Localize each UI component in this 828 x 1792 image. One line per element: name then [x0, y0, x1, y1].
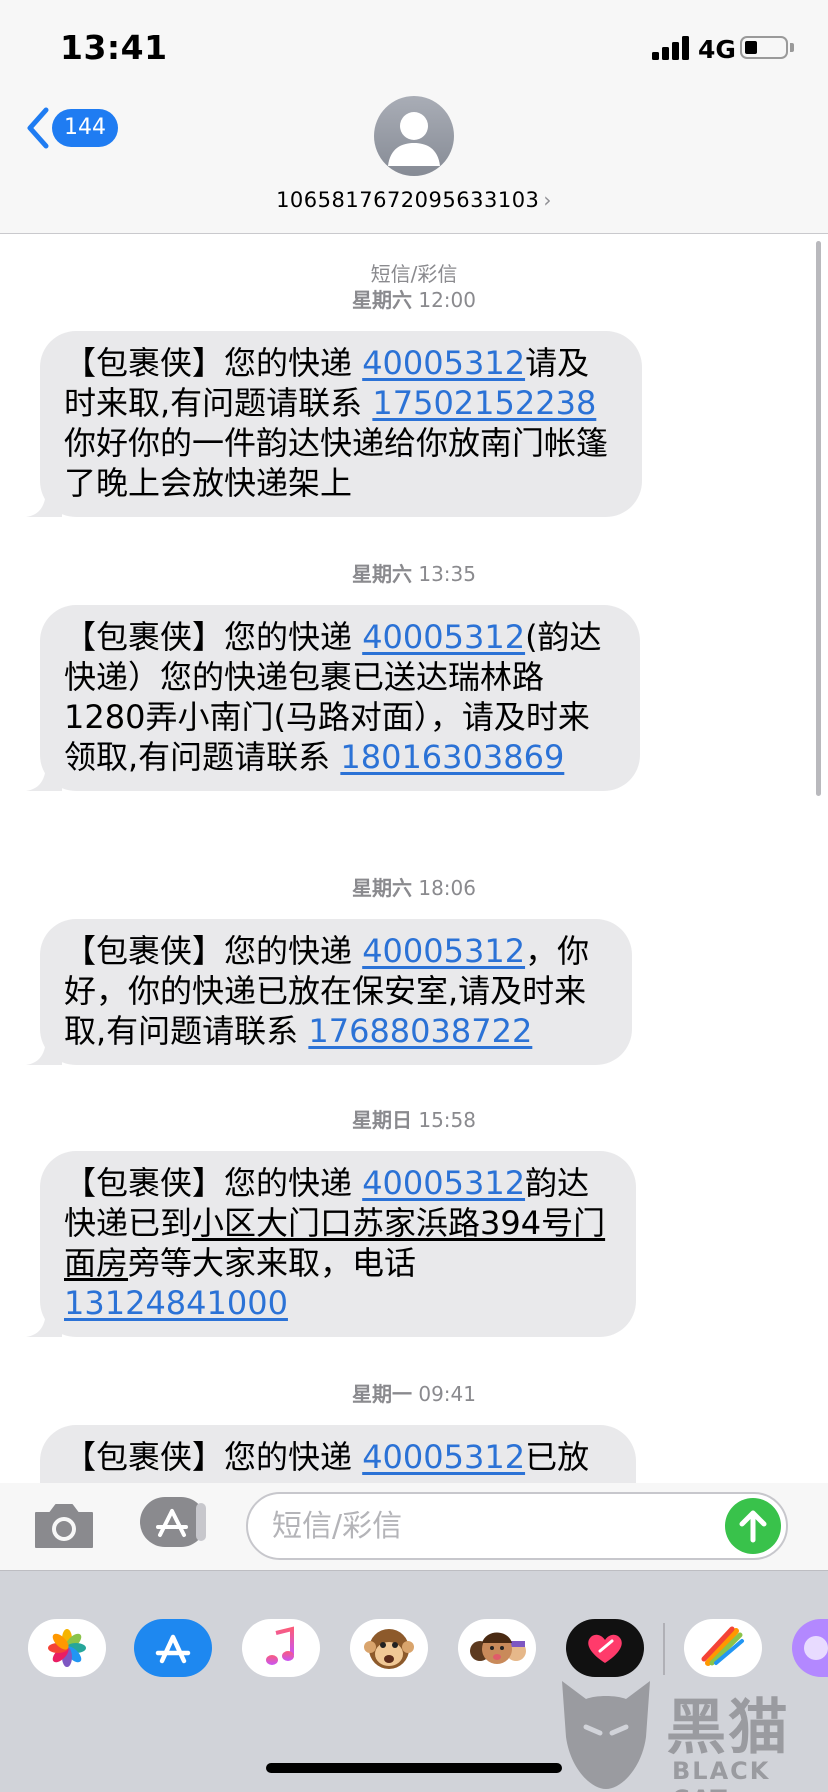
drawer-divider	[663, 1623, 665, 1675]
phone-link[interactable]: 17688038722	[308, 1012, 532, 1050]
back-button[interactable]: 144	[22, 104, 122, 152]
contact-avatar[interactable]	[374, 96, 454, 176]
message-list[interactable]: 短信/彩信 星期六 12:00 【包裹侠】您的快递 40005312请及时来取,…	[0, 235, 828, 1483]
message-bubble[interactable]: 【包裹侠】您的快递 40005312(韵达快递）您的快递包裹已送达瑞林路1280…	[26, 605, 640, 791]
message-text: 【包裹侠】您的快递	[64, 1164, 363, 1202]
message-text: 旁等大家来取，电话	[128, 1244, 417, 1282]
animoji-app[interactable]	[350, 1619, 428, 1677]
camera-icon	[35, 1504, 93, 1548]
stickers-icon	[701, 1626, 744, 1666]
tracking-link[interactable]: 40005312	[362, 932, 525, 970]
message-text: 【包裹侠】您的快递	[64, 932, 363, 970]
tracking-link[interactable]: 40005312	[362, 618, 525, 656]
timestamp: 星期六 13:35	[352, 562, 476, 586]
more-app-icon	[804, 1636, 828, 1660]
bubble-tail	[26, 1309, 62, 1337]
message-input[interactable]	[246, 1492, 788, 1560]
bubble-tail	[26, 489, 62, 517]
digital-touch-icon	[588, 1634, 622, 1663]
phone-link[interactable]: 17502152238	[372, 384, 596, 422]
battery-tip	[790, 43, 794, 52]
timestamp: 星期六 12:00	[352, 288, 476, 312]
contact-number: 1065817672095633103	[276, 188, 540, 212]
tracking-link[interactable]: 40005312	[362, 1164, 525, 1202]
music-app[interactable]	[242, 1619, 320, 1677]
watermark: 黑猫 BLACK CAT	[556, 1677, 828, 1792]
message-bubble[interactable]: 【包裹侠】您的快递 40005312，你好，你的快递已放在保安室,请及时来取,有…	[26, 919, 632, 1065]
message-bubble[interactable]: 【包裹侠】您的快递 40005312已放	[40, 1425, 636, 1483]
photos-icon	[48, 1629, 86, 1667]
music-icon	[266, 1626, 294, 1665]
cellular-signal-icon	[652, 36, 692, 60]
timestamp: 星期日 15:58	[352, 1108, 476, 1132]
message-bubble[interactable]: 【包裹侠】您的快递 40005312请及时来取,有问题请联系 175021522…	[26, 331, 642, 517]
app-store-app[interactable]	[134, 1619, 212, 1677]
memoji-icon	[470, 1632, 526, 1664]
chevron-left-icon	[27, 107, 49, 149]
message-text: 【包裹侠】您的快递	[64, 344, 363, 382]
bubble-tail	[26, 763, 62, 791]
status-bar: 13:41 4G	[0, 0, 828, 90]
phone-link[interactable]: 18016303869	[340, 738, 564, 776]
battery-icon	[740, 36, 788, 59]
app-drawer: 黑猫 BLACK CAT	[0, 1570, 828, 1792]
watermark-text: 黑猫	[666, 1693, 790, 1763]
timestamp: 星期六 18:06	[352, 876, 476, 900]
app-store-icon	[140, 1497, 206, 1547]
conversation-header: 144 1065817672095633103 ›	[0, 90, 828, 234]
animoji-monkey-icon	[364, 1629, 414, 1669]
photos-app[interactable]	[28, 1619, 106, 1677]
tracking-link[interactable]: 40005312	[362, 1438, 525, 1476]
tracking-link[interactable]: 40005312	[362, 344, 525, 382]
app-store-icon	[155, 1634, 191, 1664]
message-bubble[interactable]: 【包裹侠】您的快递 40005312韵达快递已到小区大门口苏家浜路394号门面房…	[26, 1151, 636, 1337]
bubble-tail	[26, 1037, 62, 1065]
watermark-subtext: BLACK CAT	[672, 1757, 771, 1792]
message-text: 你好你的一件韵达快递给你放南门帐篷了晚上会放快递架上	[64, 424, 609, 502]
digital-touch-app[interactable]	[566, 1619, 644, 1677]
stickers-app[interactable]	[684, 1619, 762, 1677]
timestamp: 星期一 09:41	[352, 1382, 476, 1406]
scrollbar[interactable]	[816, 241, 821, 796]
service-label: 短信/彩信	[370, 262, 458, 286]
send-button[interactable]	[725, 1498, 781, 1554]
status-time: 13:41	[60, 28, 168, 67]
app-drawer-button[interactable]	[140, 1497, 210, 1551]
black-cat-logo	[562, 1681, 650, 1789]
message-text: 【包裹侠】您的快递	[64, 618, 363, 656]
message-text: 【包裹侠】您的快递	[64, 1438, 363, 1476]
chevron-right-icon: ›	[543, 188, 552, 212]
person-icon	[388, 112, 440, 166]
home-indicator[interactable]	[266, 1763, 562, 1773]
phone-link[interactable]: 13124841000	[64, 1284, 288, 1322]
network-type: 4G	[698, 35, 736, 64]
arrow-up-icon	[739, 1510, 767, 1543]
contact-title[interactable]: 1065817672095633103 ›	[0, 188, 828, 212]
camera-button[interactable]	[32, 1501, 96, 1551]
more-app[interactable]	[792, 1619, 828, 1677]
memoji-app[interactable]	[458, 1619, 536, 1677]
unread-count-badge: 144	[52, 109, 118, 147]
message-text: 已放	[525, 1438, 590, 1476]
compose-bar	[0, 1483, 828, 1570]
